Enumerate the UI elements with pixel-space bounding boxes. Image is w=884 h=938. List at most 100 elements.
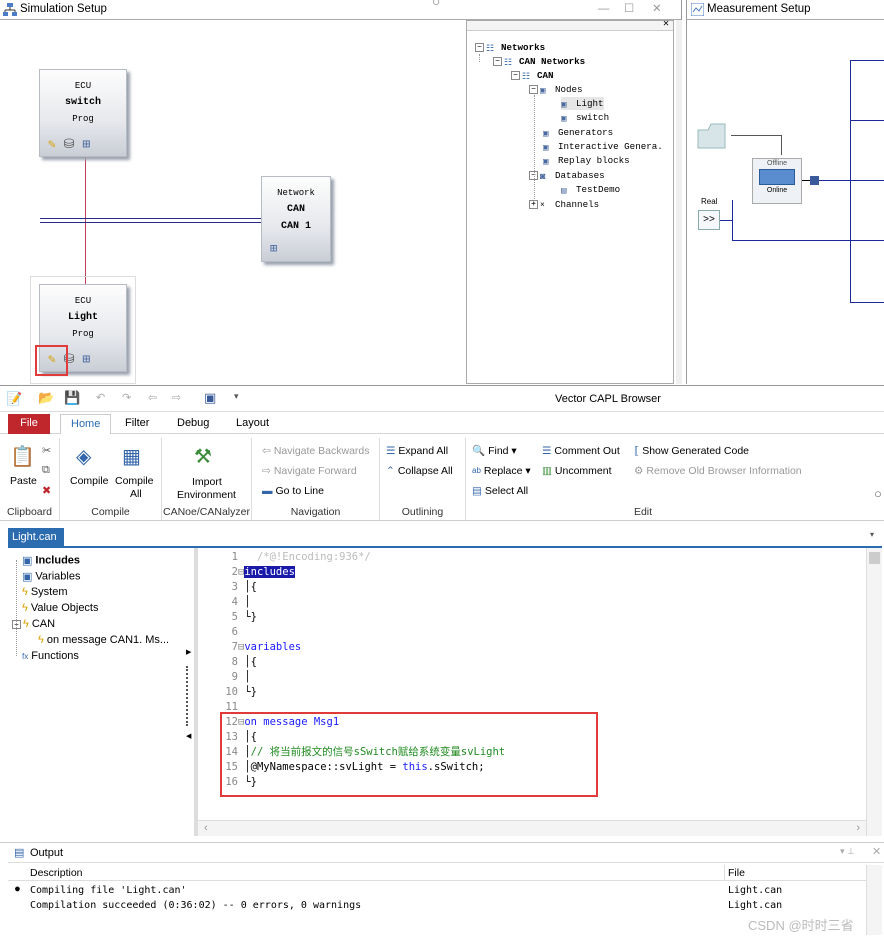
outline-panel: ▣ Includes ▣ Variables ϟ System ϟ Value Obje… <box>8 548 190 836</box>
find-button[interactable]: 🔍 Find ▾ <box>472 444 517 458</box>
import-button-2[interactable]: Environment <box>177 488 236 502</box>
paste-icon[interactable]: 📋 <box>10 444 35 469</box>
tree-header: ✕ <box>467 18 673 31</box>
new-file-icon[interactable]: 📝 <box>6 391 22 407</box>
outline-includes[interactable]: ▣ Includes <box>22 554 80 567</box>
compile-all-button-2[interactable]: All <box>130 487 142 501</box>
output-close-icon[interactable]: ✕ <box>872 845 881 858</box>
import-icon[interactable]: ⚒ <box>194 444 212 469</box>
code-editor[interactable]: 1 /*@!Encoding:936*/ 2⊟includes 3 │{ 4 │… <box>198 548 866 820</box>
nav-forward-button[interactable]: ⇨ Navigate Forward <box>262 464 357 478</box>
tree-light[interactable]: ▣ Light <box>561 97 604 110</box>
tree-channels[interactable]: + × Channels <box>529 198 599 211</box>
ecu-switch-label1: ECU <box>74 81 92 91</box>
tree-databases[interactable]: − ◙ Databases <box>529 169 605 182</box>
tree-can[interactable]: − ☷ CAN <box>511 69 554 82</box>
output-port[interactable] <box>810 176 819 185</box>
offline-online-switch[interactable]: Offline Online <box>752 158 802 204</box>
can-bus-line-2 <box>40 222 262 223</box>
remove-old-info-button[interactable]: ⚙ Remove Old Browser Information <box>634 464 802 478</box>
close-tab-icon[interactable]: ✕ <box>70 528 79 546</box>
measurement-setup-window: Measurement Setup Offline Online Real >> <box>686 0 884 384</box>
database-icon: ◙ <box>540 171 546 183</box>
compile-icon[interactable]: ◈ <box>76 444 91 469</box>
outline-on-message[interactable]: ϟ on message CAN1. Ms... <box>38 634 169 646</box>
col-file[interactable]: File <box>728 867 745 879</box>
paste-button[interactable]: Paste <box>10 474 37 488</box>
tree-switch[interactable]: ▣ switch <box>561 111 609 124</box>
copy-icon[interactable]: ⧉ <box>42 464 50 477</box>
open-folder-icon[interactable]: 📂 <box>38 390 54 406</box>
nav-back-button[interactable]: ⇦ Navigate Backwards <box>262 444 370 458</box>
pencil-icon[interactable]: ✎ <box>48 137 56 152</box>
minimize-icon[interactable]: — <box>598 0 610 18</box>
col-description[interactable]: Description <box>30 867 83 879</box>
node-config-icon[interactable]: ⊞ <box>82 137 90 152</box>
tree-interactive[interactable]: ▣ Interactive Genera. <box>543 140 663 153</box>
tree-replay[interactable]: ▣ Replay blocks <box>543 154 630 167</box>
file-tab-light[interactable]: Light.can ✕ <box>8 528 79 546</box>
output-scrollbar[interactable] <box>866 865 882 935</box>
network-bus: CAN <box>286 204 305 215</box>
tab-layout[interactable]: Layout <box>226 414 279 434</box>
tree-close-icon[interactable]: ✕ <box>663 18 669 30</box>
compile-button[interactable]: Compile <box>70 474 109 488</box>
tab-debug[interactable]: Debug <box>167 414 219 434</box>
ecu-switch-node[interactable]: ECU switch Prog ✎ ⛁ ⊞ <box>39 69 127 157</box>
redo-icon[interactable]: ↷ <box>122 391 131 404</box>
compile-all-icon[interactable]: ▦ <box>122 444 141 469</box>
close-icon[interactable]: ✕ <box>652 0 662 18</box>
sim-scrollbar[interactable] <box>676 20 682 384</box>
tree-testdemo[interactable]: ▤ TestDemo <box>561 183 620 196</box>
outline-can[interactable]: − ϟ CAN <box>12 618 55 630</box>
expand-all-button[interactable]: ☰ Expand All <box>386 444 448 458</box>
delete-icon[interactable]: ✖ <box>42 484 51 497</box>
import-button[interactable]: Import <box>192 475 222 489</box>
expand-button[interactable]: >> <box>698 210 720 230</box>
network-can1-node[interactable]: Network CAN CAN 1 ⊞ <box>261 176 331 262</box>
tab-home[interactable]: Home <box>60 414 112 434</box>
uncomment-button[interactable]: ▥ Uncomment <box>542 464 612 478</box>
window-icon[interactable]: ▣ <box>204 390 216 406</box>
coins-icon[interactable]: ⛁ <box>64 137 75 152</box>
collapse-all-button[interactable]: ⌃ Collapse All <box>386 464 453 478</box>
tree-generators[interactable]: ▣ Generators <box>543 126 613 139</box>
code-hscrollbar[interactable]: ‹ › <box>198 820 866 836</box>
outline-variables[interactable]: ▣ Variables <box>22 570 80 583</box>
output-panel: ▤ Output ▾ ⊥ ✕ Description File ● Compil… <box>0 842 884 938</box>
tree-networks[interactable]: − ☷ Networks <box>475 41 545 54</box>
outline-system[interactable]: ϟ System <box>22 586 68 598</box>
maximize-icon[interactable]: ☐ <box>624 0 634 18</box>
compile-all-button[interactable]: Compile <box>115 474 154 488</box>
tab-list-icon[interactable]: ▾ <box>870 530 874 539</box>
watermark: CSDN @时时三省 <box>748 918 854 933</box>
select-all-button[interactable]: ▤ Select All <box>472 484 528 498</box>
output-row[interactable]: ● Compiling file 'Light.can' Light.can <box>8 883 866 898</box>
cut-icon[interactable]: ✂ <box>42 444 51 457</box>
back-icon[interactable]: ⇦ <box>148 391 157 404</box>
replace-button[interactable]: ab Replace ▾ <box>472 464 531 478</box>
forward-icon[interactable]: ⇨ <box>172 391 181 404</box>
show-generated-code-button[interactable]: ⟦ Show Generated Code <box>634 444 749 458</box>
dropdown-icon[interactable]: ▾ <box>234 391 239 402</box>
tab-filter[interactable]: Filter <box>115 414 159 434</box>
help-icon[interactable]: ○ <box>432 0 440 10</box>
output-row[interactable]: Compilation succeeded (0:36:02) -- 0 err… <box>8 898 866 913</box>
ribbon-tabs: File Home Filter Debug Layout <box>0 412 884 434</box>
network-tree-panel: ✕ − ☷ Networks − ☷ CAN Networks − ☷ CAN − ▣ Node… <box>466 18 674 384</box>
node-config-icon[interactable]: ⊞ <box>82 352 90 367</box>
network-name: CAN 1 <box>280 221 311 232</box>
tab-file[interactable]: File <box>8 414 50 434</box>
goto-line-button[interactable]: ▬ Go to Line <box>262 484 324 498</box>
network-config-icon[interactable]: ⊞ <box>270 241 277 257</box>
outline-value-objects[interactable]: ϟ Value Objects <box>22 602 99 614</box>
ribbon-collapse-icon[interactable]: ○ <box>874 486 882 501</box>
pin-dropdown-icon[interactable]: ▾ ⊥ <box>840 846 855 857</box>
tree-can-networks[interactable]: − ☷ CAN Networks <box>493 55 585 68</box>
code-vscrollbar[interactable] <box>866 548 882 836</box>
comment-out-button[interactable]: ☰ Comment Out <box>542 444 620 458</box>
tree-nodes[interactable]: − ▣ Nodes <box>529 83 583 96</box>
undo-icon[interactable]: ↶ <box>96 391 105 404</box>
save-icon[interactable]: 💾 <box>64 390 80 406</box>
outline-functions[interactable]: fx Functions <box>22 650 79 662</box>
